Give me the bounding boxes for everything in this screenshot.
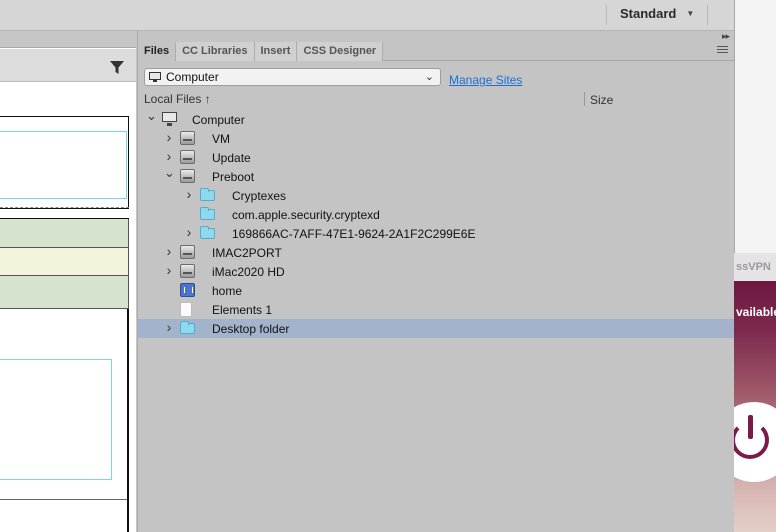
chevron-down-icon[interactable]: ⌄ [146, 108, 157, 124]
tab-css-designer[interactable]: CSS Designer [297, 42, 384, 61]
panel-header: ▸▸ [138, 31, 735, 42]
tree-row-label: Elements 1 [212, 303, 273, 317]
vpn-title-bar: ssVPN [734, 253, 776, 281]
site-select-value: Computer [166, 70, 219, 84]
layout-divider [0, 499, 127, 500]
folder-icon [200, 188, 215, 201]
chevron-right-icon[interactable]: › [164, 262, 174, 278]
tree-row[interactable]: home [138, 281, 735, 300]
column-divider[interactable] [584, 92, 585, 106]
chevron-right-icon[interactable]: › [164, 319, 174, 335]
layout-divider [0, 207, 129, 219]
chevron-down-icon[interactable]: ⌄ [164, 165, 175, 181]
size-column[interactable]: Size [590, 93, 613, 107]
design-canvas[interactable] [0, 83, 136, 532]
tree-row[interactable]: › Cryptexes [138, 186, 735, 205]
panel-tabs: Files CC Libraries Insert CSS Designer [138, 42, 735, 61]
document-view [0, 31, 136, 532]
tree-row-label: VM [212, 132, 230, 146]
toolbar-divider [707, 5, 708, 25]
tree-row-label: Preboot [212, 170, 255, 184]
local-files-label: Local Files [144, 92, 202, 106]
chevron-right-icon[interactable]: › [184, 224, 194, 240]
layout-block[interactable] [0, 309, 129, 532]
top-toolbar: Standard ▼ [0, 0, 734, 31]
tree-row[interactable]: Elements 1 [138, 300, 735, 319]
tree-row[interactable]: › IMAC2PORT [138, 243, 735, 262]
tree-row[interactable]: › VM [138, 129, 735, 148]
collapse-panel-icon[interactable]: ▸▸ [722, 31, 730, 42]
chevron-down-icon: ⌄ [424, 71, 434, 83]
chevron-right-icon[interactable]: › [164, 129, 174, 145]
tree-row-label: Desktop folder [212, 322, 290, 336]
power-icon-bar [748, 415, 753, 439]
folder-icon [180, 321, 195, 334]
panel-menu-icon[interactable] [717, 46, 728, 55]
files-panel: ▸▸ Files CC Libraries Insert CSS Designe… [137, 31, 735, 532]
workspace-label: Standard [620, 6, 677, 21]
filter-icon[interactable] [110, 61, 124, 75]
chevron-right-icon[interactable]: › [184, 186, 194, 202]
tree-row[interactable]: ⌄ Preboot [138, 165, 735, 186]
layout-block[interactable] [0, 248, 129, 276]
tree-row-label: Computer [192, 113, 245, 127]
home-drive-icon [180, 283, 195, 297]
drive-icon [180, 245, 195, 259]
tree-row[interactable]: › Desktop folder [138, 319, 735, 338]
tree-row[interactable]: › 169866AC-7AFF-47E1-9624-2A1F2C299E6E [138, 224, 735, 243]
tree-row[interactable]: ⌄ Computer [138, 108, 735, 129]
manage-sites-link[interactable]: Manage Sites [449, 73, 522, 87]
drive-icon [180, 150, 195, 164]
chevron-right-icon[interactable]: › [164, 243, 174, 259]
tree-row-label: 169866AC-7AFF-47E1-9624-2A1F2C299E6E [232, 227, 476, 241]
layout-inner-block [0, 131, 127, 199]
document-tab-strip [0, 31, 136, 48]
layout-block[interactable] [0, 276, 129, 309]
layout-block[interactable] [0, 116, 129, 209]
filter-bar [0, 49, 136, 82]
chevron-right-icon[interactable]: › [164, 148, 174, 164]
tree-row[interactable]: com.apple.security.cryptexd [138, 205, 735, 224]
file-tree: ⌄ Computer › VM › Update ⌄ Preboot › Cryptexes com… [138, 108, 735, 338]
tree-row-label: iMac2020 HD [212, 265, 285, 279]
layout-inner-block [0, 359, 112, 480]
tree-row[interactable]: › Update [138, 148, 735, 167]
drive-icon [180, 131, 195, 145]
tree-row-label: Cryptexes [232, 189, 287, 203]
vpn-title: ssVPN [736, 261, 771, 273]
toolbar-divider [606, 5, 607, 25]
vpn-panel: vailable [734, 281, 776, 532]
tab-insert[interactable]: Insert [254, 42, 298, 61]
power-button[interactable] [734, 402, 776, 482]
chevron-down-icon: ▼ [686, 9, 695, 18]
drive-icon [180, 264, 195, 278]
vpn-status-text: vailable [736, 305, 776, 319]
layout-block[interactable] [0, 219, 129, 248]
folder-icon [200, 207, 215, 220]
folder-icon [200, 226, 215, 239]
site-select[interactable]: Computer ⌄ [144, 68, 441, 86]
computer-icon [162, 112, 177, 126]
tree-row-label: home [212, 284, 243, 298]
drive-icon [180, 169, 195, 183]
tree-row-label: Update [212, 151, 251, 165]
file-list-header: Local Files ↑ Size [138, 89, 735, 109]
sort-up-icon: ↑ [204, 92, 211, 106]
tab-cc-libraries[interactable]: CC Libraries [176, 42, 255, 61]
workspace-switcher[interactable]: Standard ▼ [620, 6, 694, 21]
tree-row-label: com.apple.security.cryptexd [232, 208, 380, 222]
local-files-column[interactable]: Local Files ↑ [144, 92, 211, 106]
tree-row[interactable]: › iMac2020 HD [138, 262, 735, 281]
file-icon [180, 302, 192, 317]
tree-row-label: IMAC2PORT [212, 246, 282, 260]
tab-files[interactable]: Files [138, 42, 177, 61]
computer-icon [149, 72, 161, 82]
